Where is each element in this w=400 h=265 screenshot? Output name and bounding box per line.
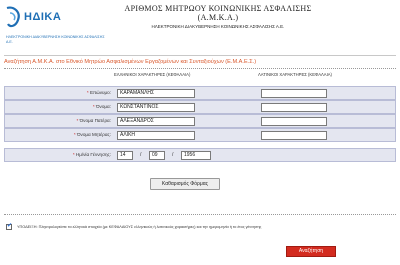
page-title-line2: (Α.Μ.Κ.Α.) [197,13,239,22]
header-divider [4,55,396,56]
father-name-latin-input[interactable] [261,117,327,126]
date-separator: / [172,152,174,158]
birth-year-input[interactable]: 1956 [181,151,211,160]
column-header-greek: ΕΛΛΗΝΙΚΟΙ ΧΑΡΑΚΤΗΡΕΣ (ΚΕΦΑΛΑΙΑ) [114,72,191,77]
page-title-line1: ΑΡΙΘΜΟΣ ΜΗΤΡΩΟΥ ΚΟΙΝΩΝΙΚΗΣ ΑΣΦΑΛΙΣΗΣ [124,4,312,13]
form-title: Αναζήτηση Α.Μ.Κ.Α. στο Εθνικό Μητρώο Ασφ… [4,59,257,65]
birth-date-label: * Ημ/νία Γέννησης: [72,152,111,157]
first-name-label: * Όνομα: [92,104,111,109]
mother-name-label: * Όνομα Μητέρας: [73,132,111,137]
surname-label: * Επώνυμο: [86,90,111,95]
consent-text: ΥΠΟΔΕΙΞΗ: Πληκτρολογείστε τα ελληνικά στ… [17,225,262,229]
birth-month-input[interactable]: 09 [149,151,165,160]
brand-name: ΗΔΙΚΑ [24,11,62,23]
row-birth-date: * Ημ/νία Γέννησης: 14 / 09 / 1956 [4,148,396,162]
hdika-logo: ΗΔΙΚΑ ΗΛΕΚΤΡΟΝΙΚΗ ΔΙΑΚΥΒΕΡΝΗΣΗ ΚΟΙΝΩΝΙΚΗ… [4,4,108,50]
search-button[interactable]: Αναζήτηση [286,246,336,257]
hdika-logo-icon [6,6,20,28]
birth-day-input[interactable]: 14 [117,151,133,160]
page-title: ΑΡΙΘΜΟΣ ΜΗΤΡΩΟΥ ΚΟΙΝΩΝΙΚΗΣ ΑΣΦΑΛΙΣΗΣ (Α.… [98,4,338,22]
mother-name-latin-input[interactable] [261,131,327,140]
company-name: ΗΛΕΚΤΡΟΝΙΚΗ ΔΙΑΚΥΒΕΡΝΗΣΗ ΚΟΙΝΩΝΙΚΗΣ ΑΣΦΑ… [151,24,285,29]
form-title-divider [4,68,396,69]
date-separator: / [140,152,142,158]
consent-checkbox[interactable]: ✔ [6,223,13,230]
row-mother-name: * Όνομα Μητέρας: ΑΛΙΚΗ [4,128,396,142]
father-name-greek-input[interactable]: ΑΛΕΞΑΝΔΡΟΣ [117,117,195,126]
mother-name-greek-input[interactable]: ΑΛΙΚΗ [117,131,195,140]
column-header-latin: ΛΑΤΙΝΙΚΟΙ ΧΑΡΑΚΤΗΡΕΣ (ΚΕΦΑΛΑΙΑ) [258,72,332,77]
check-icon: ✔ [7,223,13,229]
row-surname: * Επώνυμο: ΚΑΡΑΜΑΝΛΗΣ [4,86,396,100]
brand-tagline: ΗΛΕΚΤΡΟΝΙΚΗ ΔΙΑΚΥΒΕΡΝΗΣΗ ΚΟΙΝΩΝΙΚΗΣ ΑΣΦΑ… [6,35,105,44]
father-name-label: * Όνομα Πατέρα: [76,118,111,123]
surname-greek-input[interactable]: ΚΑΡΑΜΑΝΛΗΣ [117,89,195,98]
first-name-latin-input[interactable] [261,103,327,112]
surname-latin-input[interactable] [261,89,327,98]
row-first-name: * Όνομα: ΚΩΝΣΤΑΝΤΙΝΟΣ [4,100,396,114]
row-father-name: * Όνομα Πατέρα: ΑΛΕΞΑΝΔΡΟΣ [4,114,396,128]
notice-divider [4,214,396,215]
first-name-greek-input[interactable]: ΚΩΝΣΤΑΝΤΙΝΟΣ [117,103,195,112]
clear-form-button[interactable]: Καθαρισμός Φόρμας [150,178,220,190]
